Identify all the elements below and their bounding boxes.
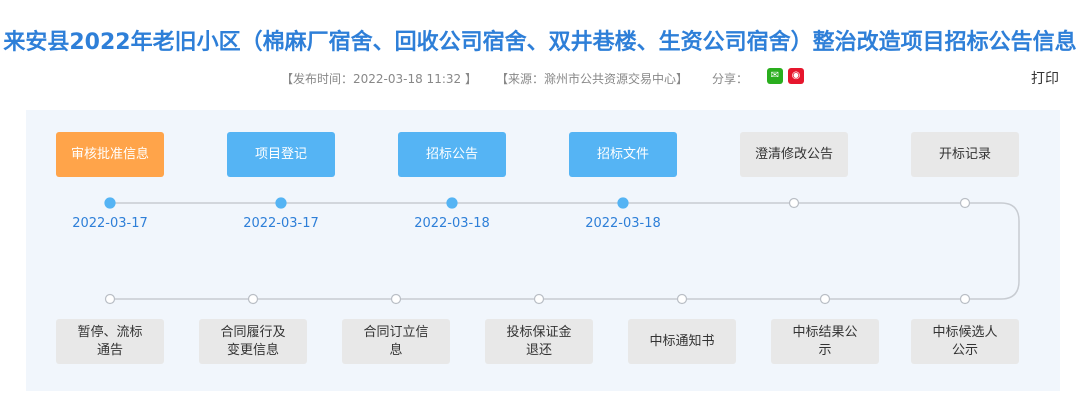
timeline-node-bottom-1 xyxy=(104,293,116,305)
step-bottom-3[interactable]: 合同订立信息 xyxy=(342,319,450,364)
timeline-node-top-6 xyxy=(959,197,971,209)
step-date-1: 2022-03-17 xyxy=(72,216,148,231)
step-date-3: 2022-03-18 xyxy=(414,216,490,231)
print-button[interactable]: 打印 xyxy=(1031,68,1059,88)
timeline-node-bottom-3 xyxy=(390,293,402,305)
timeline-node-top-5 xyxy=(788,197,800,209)
step-bottom-2[interactable]: 合同履行及变更信息 xyxy=(199,319,307,364)
step-date-4: 2022-03-18 xyxy=(585,216,661,231)
meta-bar: 【发布时间：2022-03-18 11:32 】 【来源：滁州市公共资源交易中心… xyxy=(0,70,1080,86)
timeline-node-top-3 xyxy=(446,197,458,209)
step-top-4[interactable]: 招标文件 xyxy=(569,132,677,177)
page-title: 来安县2022年老旧小区（棉麻厂宿舍、回收公司宿舍、双井巷楼、生资公司宿舍）整治… xyxy=(3,30,1077,55)
timeline-node-top-4 xyxy=(617,197,629,209)
timeline-node-bottom-6 xyxy=(819,293,831,305)
publish-time: 【发布时间：2022-03-18 11:32 】 xyxy=(281,72,477,86)
source: 【来源：滁州市公共资源交易中心】 xyxy=(496,72,689,86)
step-bottom-6[interactable]: 中标结果公示 xyxy=(771,319,879,364)
step-top-2[interactable]: 项目登记 xyxy=(227,132,335,177)
step-bottom-5[interactable]: 中标通知书 xyxy=(628,319,736,364)
wechat-icon[interactable]: ✉ xyxy=(767,68,783,84)
step-top-1[interactable]: 审核批准信息 xyxy=(56,132,164,177)
timeline-node-bottom-2 xyxy=(247,293,259,305)
step-top-6[interactable]: 开标记录 xyxy=(911,132,1019,177)
step-bottom-4[interactable]: 投标保证金退还 xyxy=(485,319,593,364)
timeline-node-top-1 xyxy=(104,197,116,209)
timeline-node-bottom-5 xyxy=(676,293,688,305)
weibo-icon[interactable]: ◉ xyxy=(788,68,804,84)
timeline-node-bottom-4 xyxy=(533,293,545,305)
timeline-node-top-2 xyxy=(275,197,287,209)
step-top-5[interactable]: 澄清修改公告 xyxy=(740,132,848,177)
step-date-2: 2022-03-17 xyxy=(243,216,319,231)
timeline-node-bottom-7 xyxy=(959,293,971,305)
step-bottom-1[interactable]: 暂停、流标通告 xyxy=(56,319,164,364)
process-panel: 审核批准信息 2022-03-17 项目登记 2022-03-17 招标公告 2022-0… xyxy=(26,110,1060,391)
step-top-3[interactable]: 招标公告 xyxy=(398,132,506,177)
step-bottom-7[interactable]: 中标候选人公示 xyxy=(911,319,1019,364)
share-label: 分享： xyxy=(712,72,749,86)
